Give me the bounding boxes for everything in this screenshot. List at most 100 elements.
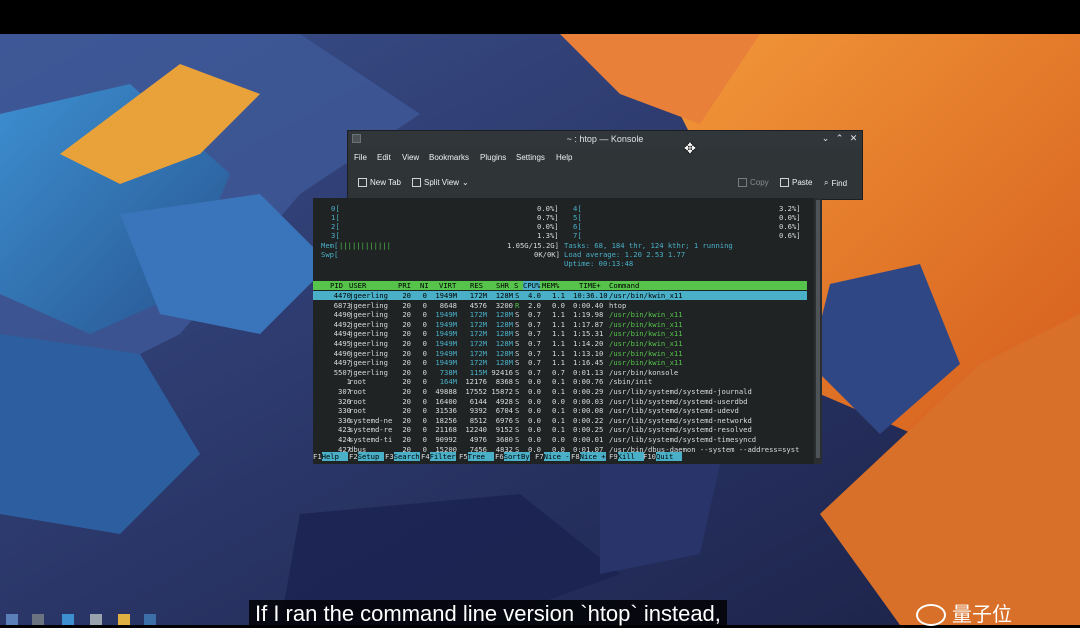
menu-bar: File Edit View Bookmarks Plugins Setting… [348, 149, 862, 167]
find-button[interactable]: ⌕ Find [824, 178, 847, 188]
table-cell: 0:01.13 [573, 367, 604, 377]
table-row[interactable]: 307 root 20 0 49888 17552 15872 S 0.0 0.1 0:00.29/… [313, 387, 807, 396]
menu-help[interactable]: Help [556, 153, 572, 162]
table-cell: 90992 [435, 435, 457, 444]
table-row[interactable]: 4492 jgeerling 20 0 1949M 172M 128M S 0.7 1.1 1:17… [313, 320, 807, 329]
col-user[interactable]: USER [349, 281, 366, 290]
table-cell: 4496 [333, 348, 351, 358]
col-shr[interactable]: SHR [496, 281, 509, 290]
table-cell: 738M [439, 367, 457, 377]
app-launcher-icon[interactable] [6, 614, 18, 625]
table-cell: 0 [422, 329, 427, 339]
watermark-text: 量子位 [952, 604, 1012, 626]
table-row[interactable]: 1 root 20 0 164M 12176 8368 S 0.0 0.1 0:00.76/sbin… [313, 377, 807, 386]
fkey-f8[interactable]: F8Nice + [571, 452, 606, 462]
table-row[interactable]: 424 systemd-ti 20 0 90992 4976 3680 S 0.0 0.0 0:00… [313, 435, 807, 444]
table-row[interactable]: 4496 jgeerling 20 0 1949M 172M 128M S 0.7 1.1 1:13… [313, 349, 807, 358]
table-row[interactable]: 4495 jgeerling 20 0 1949M 172M 128M S 0.7 1.1 1:14… [313, 339, 807, 348]
fkey-label: Setup [357, 452, 384, 461]
table-row[interactable]: 6873 jgeerling 20 0 8648 4576 3200 R 2.0 0.0 0:00.… [313, 301, 807, 310]
paste-button[interactable]: Paste [780, 178, 812, 187]
table-cell: 15872 [491, 387, 513, 396]
table-cell: 128M [495, 291, 513, 300]
fkey-f3[interactable]: F3Search [385, 452, 420, 462]
table-cell: 1:13.10 [573, 348, 604, 358]
terminal-icon[interactable] [144, 614, 156, 625]
fkey-f2[interactable]: F2Setup [349, 452, 384, 462]
table-row[interactable]: 4490 jgeerling 20 0 1949M 172M 128M S 0.7 1.1 1:19… [313, 310, 807, 319]
chevron-down-icon[interactable]: ⌄ [820, 133, 831, 144]
table-cell: 0 [422, 396, 427, 406]
cpu6-label: 6[ [573, 222, 582, 231]
video-subtitle: If I ran the command line version `htop`… [249, 600, 727, 628]
table-cell: 128M [495, 339, 513, 348]
table-row[interactable]: 5507 jgeerling 20 0 738M 115M 92416 S 0.7 0.7 0:01… [313, 368, 807, 377]
col-ni[interactable]: NI [420, 281, 429, 290]
col-state[interactable]: S [514, 281, 518, 290]
table-cell: /usr/lib/systemd/systemd-timesyncd [609, 435, 757, 444]
cpu3-label: 3[ [331, 231, 340, 240]
table-cell: 0 [422, 415, 427, 425]
close-icon[interactable]: ✕ [848, 133, 859, 144]
menu-view[interactable]: View [402, 153, 419, 162]
fkey-f10[interactable]: F10Quit [643, 452, 682, 462]
table-row[interactable]: 336 systemd-ne 20 0 18256 8512 6976 S 0.0 0.1 0:00… [313, 416, 807, 425]
table-row[interactable]: 326 root 20 0 16400 6144 4928 S 0.0 0.0 0:00.03/us… [313, 397, 807, 406]
table-cell: 423 [338, 425, 351, 435]
fkey-f6[interactable]: F6SortBy [495, 452, 530, 462]
scrollbar-thumb[interactable] [816, 200, 820, 458]
table-cell: /usr/bin/kwin_x11 [609, 319, 683, 329]
fkey-f9[interactable]: F9Kill [609, 452, 644, 462]
mem-label: Mem[ [321, 241, 339, 250]
menu-settings[interactable]: Settings [516, 153, 545, 162]
table-cell: 1.1 [552, 319, 565, 329]
table-cell: 16400 [435, 396, 457, 406]
table-cell: 326 [338, 396, 351, 406]
table-row[interactable]: 330 root 20 0 31536 9392 6704 S 0.0 0.1 0:00.08/us… [313, 406, 807, 415]
menu-bookmarks[interactable]: Bookmarks [429, 153, 469, 162]
table-row[interactable]: 423 systemd-re 20 0 21168 12240 9152 S 0.0 0.1 0:0… [313, 425, 807, 434]
menu-edit[interactable]: Edit [377, 153, 391, 162]
title-bar[interactable]: ~ : htop — Konsole ⌄ ⌃ ✕ [348, 131, 862, 148]
fkey-f1[interactable]: F1Help [313, 452, 348, 462]
copy-button[interactable]: Copy [738, 178, 769, 187]
table-cell: 0.1 [552, 387, 565, 396]
fkey-number: F4 [421, 452, 430, 461]
col-mem[interactable]: MEM% [542, 281, 559, 290]
col-time[interactable]: TIME+ [579, 281, 601, 290]
table-cell: /usr/lib/systemd/systemd-udevd [609, 406, 739, 416]
cpu6-value: 0.6%] [779, 222, 801, 231]
fkey-f4[interactable]: F4Filter [421, 452, 456, 462]
terminal-scrollbar[interactable] [814, 198, 822, 464]
table-cell: 1949M [435, 348, 457, 358]
chevron-up-icon[interactable]: ⌃ [834, 133, 845, 144]
table-cell: 0 [422, 339, 427, 348]
new-tab-button[interactable]: New Tab [358, 178, 401, 187]
menu-plugins[interactable]: Plugins [480, 153, 506, 162]
col-pid[interactable]: PID [330, 281, 343, 290]
table-cell: 1949M [435, 310, 457, 320]
table-cell: 0 [422, 435, 427, 444]
terminal-view[interactable]: 0[ 0.0%] 1[ 0.7%] 2[ 0.0%] 3[ 1.3%] 4[ 3… [313, 198, 822, 464]
col-cpu[interactable]: CPU% [523, 281, 541, 290]
taskbar-app-icon[interactable] [62, 614, 74, 625]
table-row[interactable]: 4494 jgeerling 20 0 1949M 172M 128M S 0.7 1.1 1:15… [313, 329, 807, 338]
taskbar-app-icon[interactable] [32, 614, 44, 625]
menu-file[interactable]: File [354, 153, 367, 162]
fkey-f5[interactable]: F5Tree [459, 452, 494, 462]
fkey-f7[interactable]: F7Nice - [535, 452, 570, 462]
col-virt[interactable]: VIRT [439, 281, 456, 290]
table-cell: 330 [338, 406, 351, 416]
cpu4-value: 3.2%] [779, 204, 801, 213]
folder-icon[interactable] [118, 614, 130, 625]
col-res[interactable]: RES [470, 281, 483, 290]
col-pri[interactable]: PRI [398, 281, 411, 290]
table-cell: 0.1 [552, 377, 565, 387]
table-row[interactable]: 4497 jgeerling 20 0 1949M 172M 128M S 0.7 1.1 1:16… [313, 358, 807, 367]
taskbar-app-icon[interactable] [90, 614, 102, 625]
split-view-button[interactable]: Split View ⌄ [412, 178, 469, 187]
cpu3-value: 1.3%] [537, 231, 559, 240]
table-row[interactable]: 4470 jgeerling 20 0 1949M 172M 128M S 4.0 1.1 10:3… [313, 291, 807, 300]
col-command[interactable]: Command [609, 281, 639, 290]
table-cell: 0:00.22 [573, 415, 604, 425]
